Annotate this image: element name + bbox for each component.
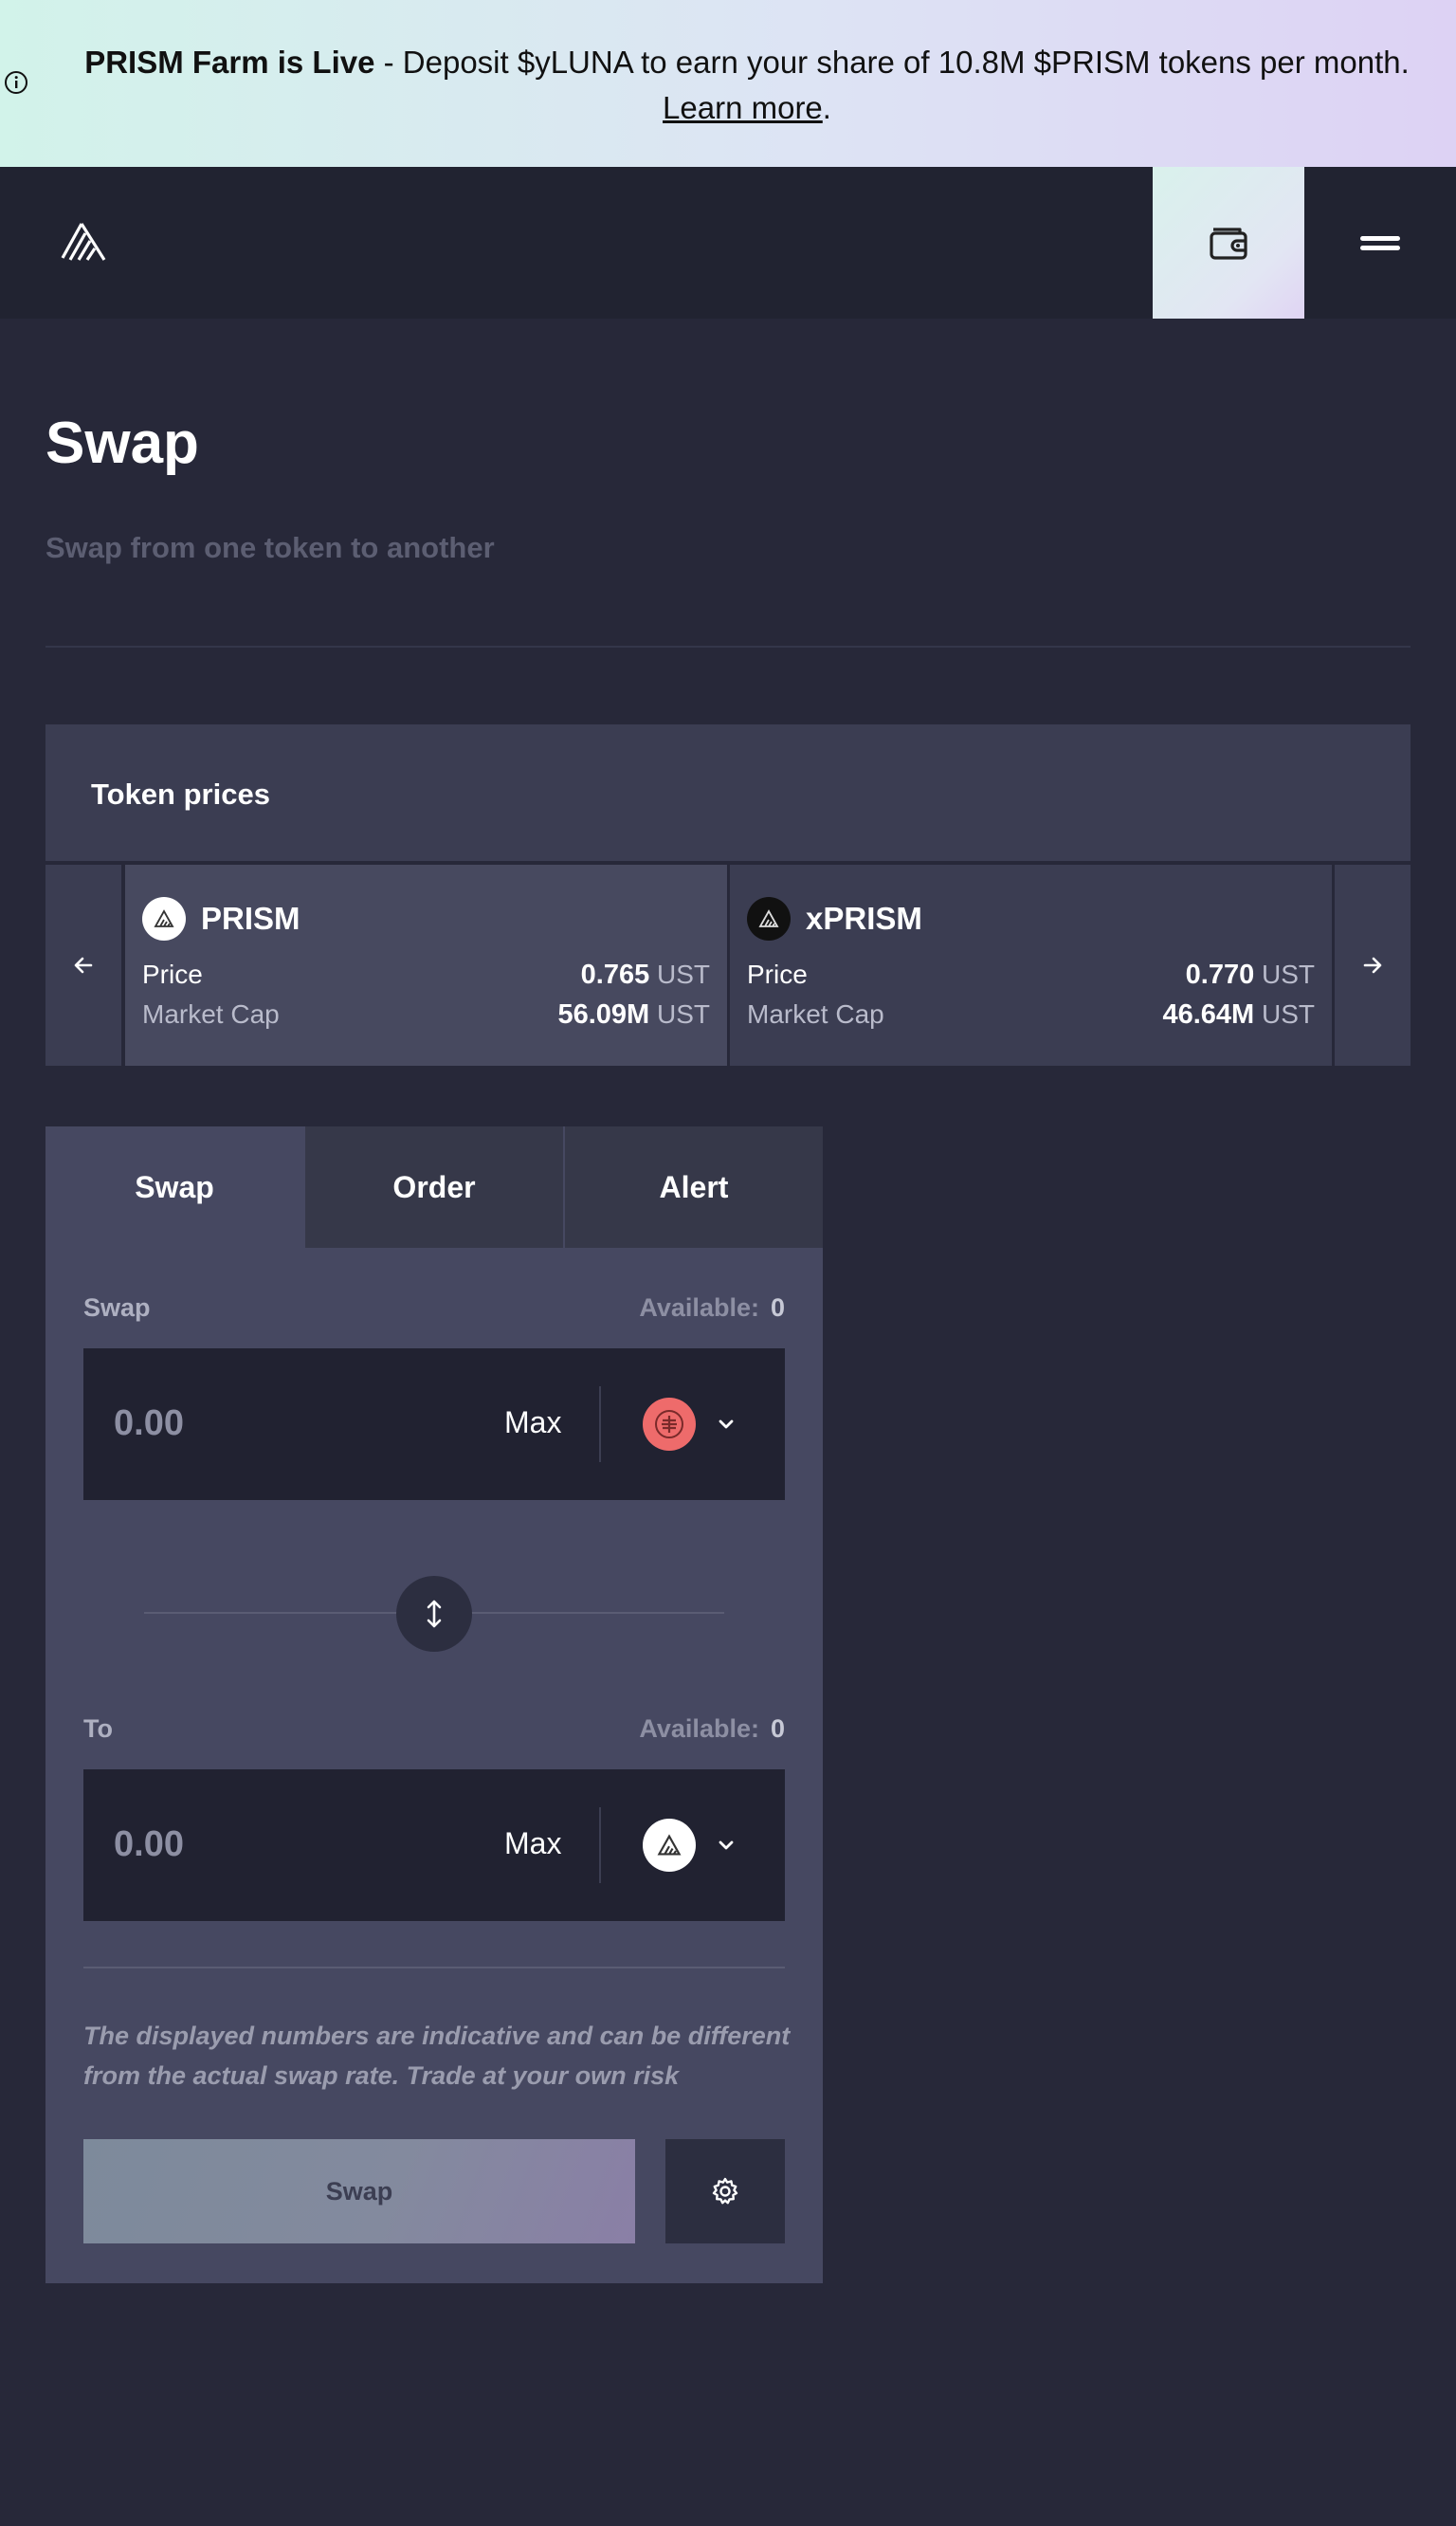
price-label: Price [747,960,808,989]
market-cap-value: 56.09M [557,999,650,1030]
announcement-banner: PRISM Farm is Live - Deposit $yLUNA to e… [0,0,1456,167]
banner-message: PRISM Farm is Live - Deposit $yLUNA to e… [57,40,1437,131]
to-label: To [83,1714,113,1743]
token-card-prism[interactable]: PRISM Price 0.765 UST Market Cap 56.09M … [125,865,727,1066]
token-prices-carousel: PRISM Price 0.765 UST Market Cap 56.09M … [46,865,1410,1066]
page-title: Swap [46,411,199,476]
carousel-next-button[interactable] [1335,865,1410,1066]
available-value: 0 [770,1714,785,1743]
token-prices-header: Token prices [46,724,1410,861]
disclaimer-text: The displayed numbers are indicative and… [83,2022,791,2090]
market-cap-label: Market Cap [747,999,884,1029]
to-input-box: 0.00 Max [83,1769,785,1921]
token-name: xPRISM [806,901,922,936]
learn-more-link[interactable]: Learn more [663,90,823,125]
token-name: PRISM [201,901,300,936]
section-divider [46,646,1410,648]
chevron-down-icon[interactable] [715,1826,737,1864]
swap-submit-button[interactable]: Swap [83,2139,635,2243]
settings-button[interactable] [665,2139,785,2243]
swap-panel: Swap Order Alert Swap Available: 0 0.00 M… [46,1126,823,2283]
market-cap-unit: UST [1262,999,1315,1029]
tab-order[interactable]: Order [305,1126,563,1248]
panel-divider [83,1967,785,1968]
market-cap-unit: UST [657,999,710,1029]
price-row: Price 0.770 UST [747,960,1315,991]
tab-alert[interactable]: Alert [565,1126,823,1248]
price-label: Price [142,960,203,989]
swap-tabs: Swap Order Alert [46,1126,823,1248]
gear-icon [712,2177,738,2205]
available-label: Available: [639,1714,759,1743]
to-available: Available: 0 [639,1714,785,1744]
from-max-button[interactable]: Max [504,1405,561,1440]
top-header [0,167,1456,319]
wallet-button[interactable] [1153,167,1304,319]
prism-logo-icon[interactable] [59,220,108,264]
price-value: 0.765 [580,960,650,990]
available-label: Available: [639,1293,759,1322]
market-cap-value: 46.64M [1162,999,1255,1030]
chevron-down-icon[interactable] [715,1405,737,1443]
prism-coin-icon[interactable] [643,1819,696,1872]
hamburger-menu-icon [1360,231,1400,255]
banner-end: . [822,90,831,125]
xprism-coin-icon [747,897,791,941]
page-subtitle: Swap from one token to another [46,531,495,564]
arrow-left-icon [74,957,93,974]
banner-text: - Deposit $yLUNA to earn your share of 1… [374,45,1410,80]
switch-direction-button[interactable] [396,1576,472,1652]
market-cap-label: Market Cap [142,999,280,1029]
token-prices-heading: Token prices [91,778,270,811]
info-icon [5,71,27,94]
menu-button[interactable] [1304,167,1456,319]
from-amount-input[interactable]: 0.00 [114,1403,184,1444]
to-amount-input[interactable]: 0.00 [114,1824,184,1865]
from-available: Available: 0 [639,1293,785,1323]
ust-coin-icon[interactable] [643,1398,696,1451]
tab-swap[interactable]: Swap [46,1126,303,1248]
prism-coin-icon [142,897,186,941]
arrow-right-icon [1363,957,1382,974]
available-value: 0 [770,1293,785,1322]
input-separator [599,1807,601,1883]
price-unit: UST [1262,960,1315,989]
price-value: 0.770 [1185,960,1255,990]
from-label: Swap [83,1293,151,1322]
swap-vertical-icon [427,1600,442,1628]
wallet-icon [1210,228,1247,260]
token-card-xprism[interactable]: xPRISM Price 0.770 UST Market Cap 46.64M… [730,865,1332,1066]
input-separator [599,1386,601,1462]
banner-title: PRISM Farm is Live [84,45,375,80]
carousel-prev-button[interactable] [46,865,121,1066]
to-max-button[interactable]: Max [504,1826,561,1861]
price-unit: UST [657,960,710,989]
market-cap-row: Market Cap 46.64M UST [747,999,1315,1031]
from-input-box: 0.00 Max [83,1348,785,1500]
market-cap-row: Market Cap 56.09M UST [142,999,710,1031]
price-row: Price 0.765 UST [142,960,710,991]
